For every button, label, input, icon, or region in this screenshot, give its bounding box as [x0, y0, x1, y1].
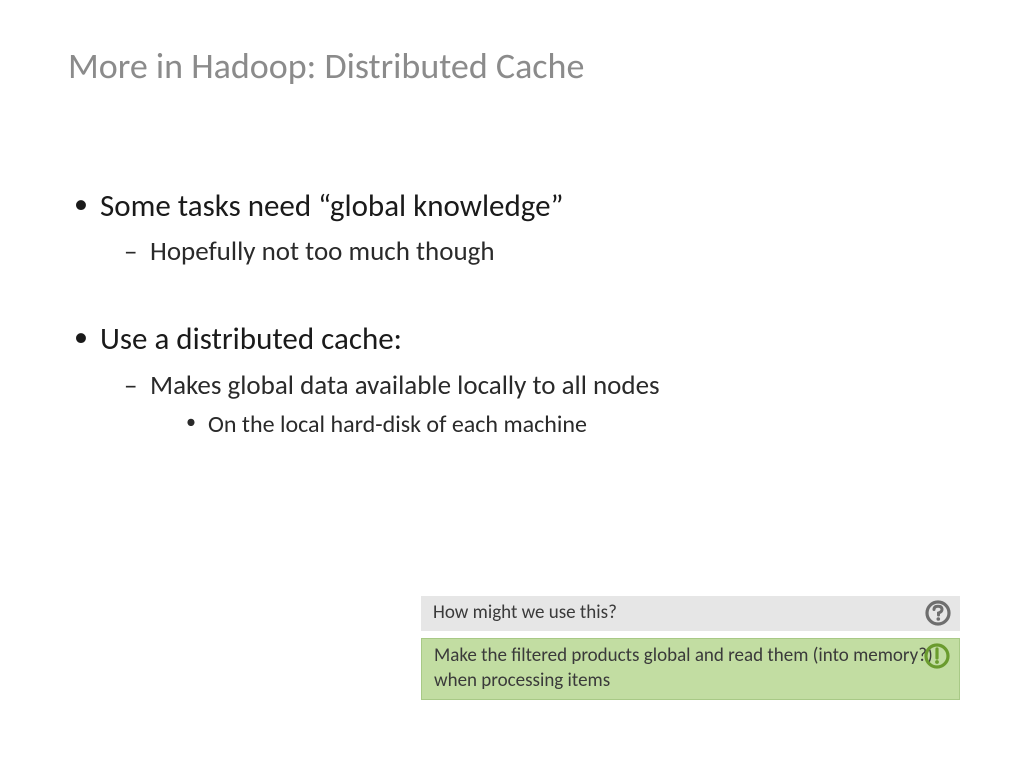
question-text: How might we use this?	[433, 601, 948, 626]
bullet-level2: Hopefully not too much though	[68, 234, 948, 269]
content-area: Some tasks need “global knowledge” Hopef…	[68, 186, 948, 446]
exclamation-icon	[923, 642, 951, 670]
answer-text: Make the filtered products global and re…	[434, 644, 947, 693]
bullet-level1: Some tasks need “global knowledge”	[68, 186, 948, 226]
bullet-level2: Makes global data available locally to a…	[68, 368, 948, 403]
question-callout: How might we use this?	[421, 596, 960, 631]
bullet-level1: Use a distributed cache:	[68, 319, 948, 359]
spacer	[68, 275, 948, 319]
bullet-level3: On the local hard-disk of each machine	[68, 409, 948, 440]
question-mark-icon	[924, 599, 952, 627]
slide-title: More in Hadoop: Distributed Cache	[68, 44, 584, 88]
answer-callout: Make the filtered products global and re…	[421, 638, 960, 700]
